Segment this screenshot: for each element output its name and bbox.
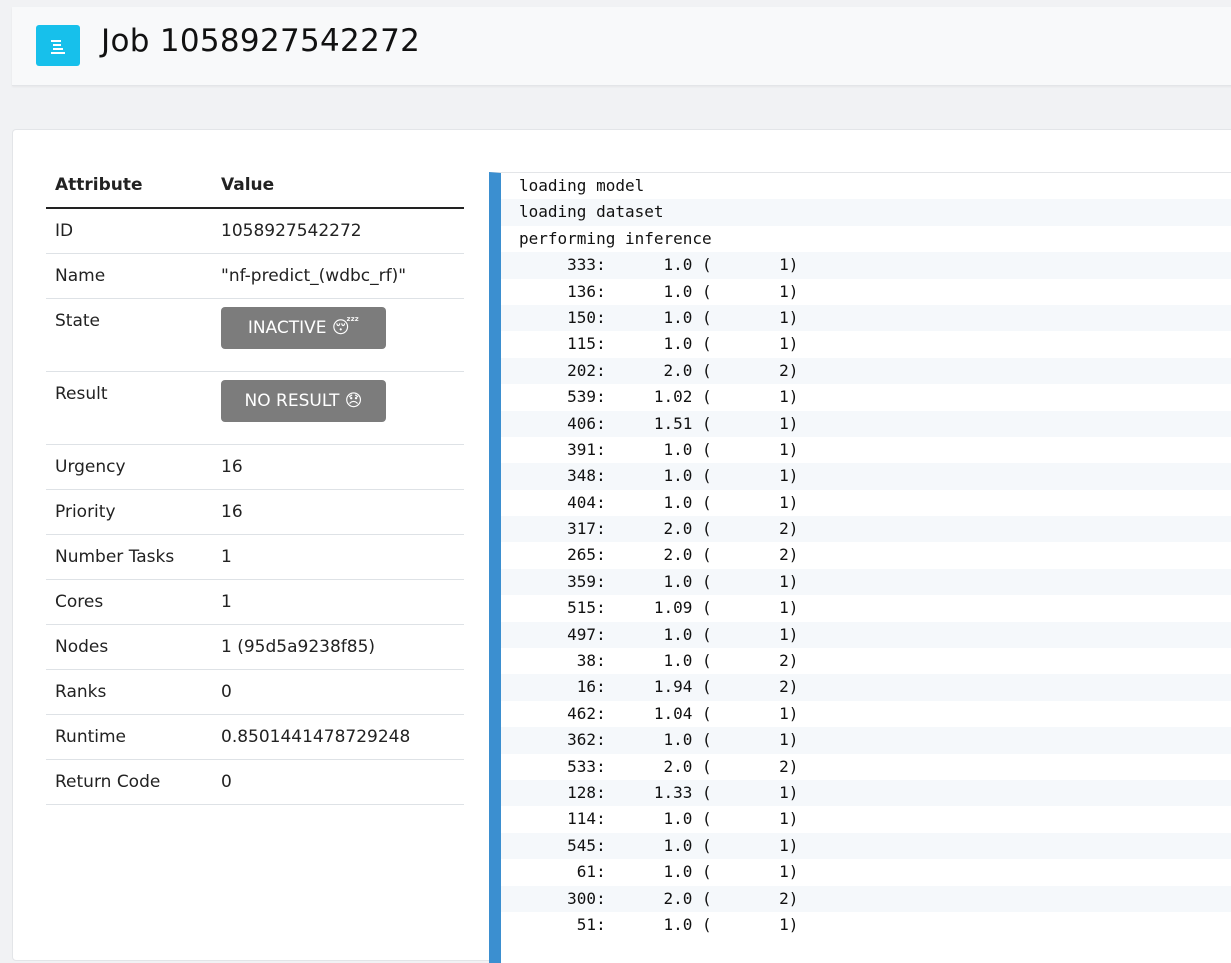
attribute-value: 1 (95d5a9238f85) <box>212 624 464 670</box>
table-row-number-tasks: Number Tasks 1 <box>46 534 464 580</box>
log-line: 265: 2.0 ( 2) <box>519 545 799 565</box>
log-line: 300: 2.0 ( 2) <box>501 885 1231 912</box>
log-line: 391: 1.0 ( 1) <box>519 439 799 459</box>
attribute-value: 0 <box>212 759 464 805</box>
attribute-value: 1 <box>212 534 464 580</box>
table-row-urgency: Urgency 16 <box>46 444 464 490</box>
log-line: 333: 1.0 ( 1) <box>501 252 1231 279</box>
page-title: Job 1058927542272 <box>101 23 421 59</box>
log-line: 539: 1.02 ( 1) <box>519 387 799 407</box>
attribute-label: ID <box>46 208 212 254</box>
log-line: 38: 1.0 ( 2) <box>519 651 799 671</box>
job-details-card: Attribute Value ID 1058927542272 Name "n… <box>12 129 1231 963</box>
log-line: performing inference <box>519 228 712 248</box>
attribute-label: Runtime <box>46 714 212 760</box>
log-line: 404: 1.0 ( 1) <box>519 492 799 512</box>
attribute-label: Name <box>46 253 212 299</box>
attributes-table: Attribute Value ID 1058927542272 Name "n… <box>46 162 464 805</box>
log-line: 202: 2.0 ( 2) <box>501 357 1231 385</box>
log-line: 150: 1.0 ( 1) <box>501 304 1231 332</box>
attribute-label: State <box>46 298 212 372</box>
attribute-label: Number Tasks <box>46 534 212 580</box>
header-bar: Job 1058927542272 <box>12 7 1231 86</box>
attribute-value: 0.8501441478729248 <box>212 714 464 760</box>
table-row-priority: Priority 16 <box>46 489 464 535</box>
log-line: loading dataset <box>501 199 1231 226</box>
menu-button[interactable] <box>36 25 80 66</box>
log-line: 61: 1.0 ( 1) <box>519 862 799 882</box>
table-row-nodes: Nodes 1 (95d5a9238f85) <box>46 624 464 670</box>
attribute-value: "nf-predict_(wdbc_rf)" <box>212 253 464 299</box>
attribute-label: Cores <box>46 579 212 625</box>
attribute-value: 0 <box>212 669 464 715</box>
table-row-state: State INACTIVE 😴 <box>46 298 464 372</box>
log-line: 462: 1.04 ( 1) <box>519 703 799 723</box>
table-row-cores: Cores 1 <box>46 579 464 625</box>
table-row-result: Result NO RESULT 😞 <box>46 371 464 445</box>
attribute-value: 16 <box>212 444 464 490</box>
table-row-name: Name "nf-predict_(wdbc_rf)" <box>46 253 464 299</box>
log-line: 497: 1.0 ( 1) <box>501 621 1231 649</box>
log-line: 515: 1.09 ( 1) <box>519 598 799 618</box>
log-line: 51: 1.0 ( 1) <box>519 914 799 934</box>
menu-icon <box>51 39 65 54</box>
result-badge: NO RESULT 😞 <box>221 380 386 422</box>
log-line: 16: 1.94 ( 2) <box>501 674 1231 701</box>
attribute-label: Return Code <box>46 759 212 805</box>
log-line: 115: 1.0 ( 1) <box>519 334 799 354</box>
attribute-label: Result <box>46 371 212 445</box>
attribute-label: Priority <box>46 489 212 535</box>
attribute-value: 1 <box>212 579 464 625</box>
log-line: 317: 2.0 ( 2) <box>501 516 1231 543</box>
attribute-label: Ranks <box>46 669 212 715</box>
attribute-label: Urgency <box>46 444 212 490</box>
log-line: 545: 1.0 ( 1) <box>501 832 1231 860</box>
table-row-id: ID 1058927542272 <box>46 208 464 254</box>
table-header-row: Attribute Value <box>46 162 464 209</box>
attribute-label: Nodes <box>46 624 212 670</box>
log-line: 406: 1.51 ( 1) <box>501 410 1231 437</box>
table-row-ranks: Ranks 0 <box>46 669 464 715</box>
table-row-return-code: Return Code 0 <box>46 759 464 805</box>
attribute-value: 1058927542272 <box>212 208 464 254</box>
table-row-runtime: Runtime 0.8501441478729248 <box>46 714 464 760</box>
log-line: 114: 1.0 ( 1) <box>519 809 799 829</box>
log-line: 128: 1.33 ( 1) <box>501 779 1231 807</box>
log-line: 136: 1.0 ( 1) <box>519 281 799 301</box>
log-line: 359: 1.0 ( 1) <box>501 568 1231 596</box>
log-line: 348: 1.0 ( 1) <box>501 463 1231 490</box>
value-column-header: Value <box>212 162 464 209</box>
log-line: 533: 2.0 ( 2) <box>519 756 799 776</box>
attribute-value: 16 <box>212 489 464 535</box>
job-output-log[interactable]: loading model loading dataset performing i… <box>489 172 1231 963</box>
log-line: loading model <box>519 176 645 195</box>
state-badge: INACTIVE 😴 <box>221 307 386 349</box>
attribute-column-header: Attribute <box>46 162 212 209</box>
log-line: 362: 1.0 ( 1) <box>501 727 1231 754</box>
